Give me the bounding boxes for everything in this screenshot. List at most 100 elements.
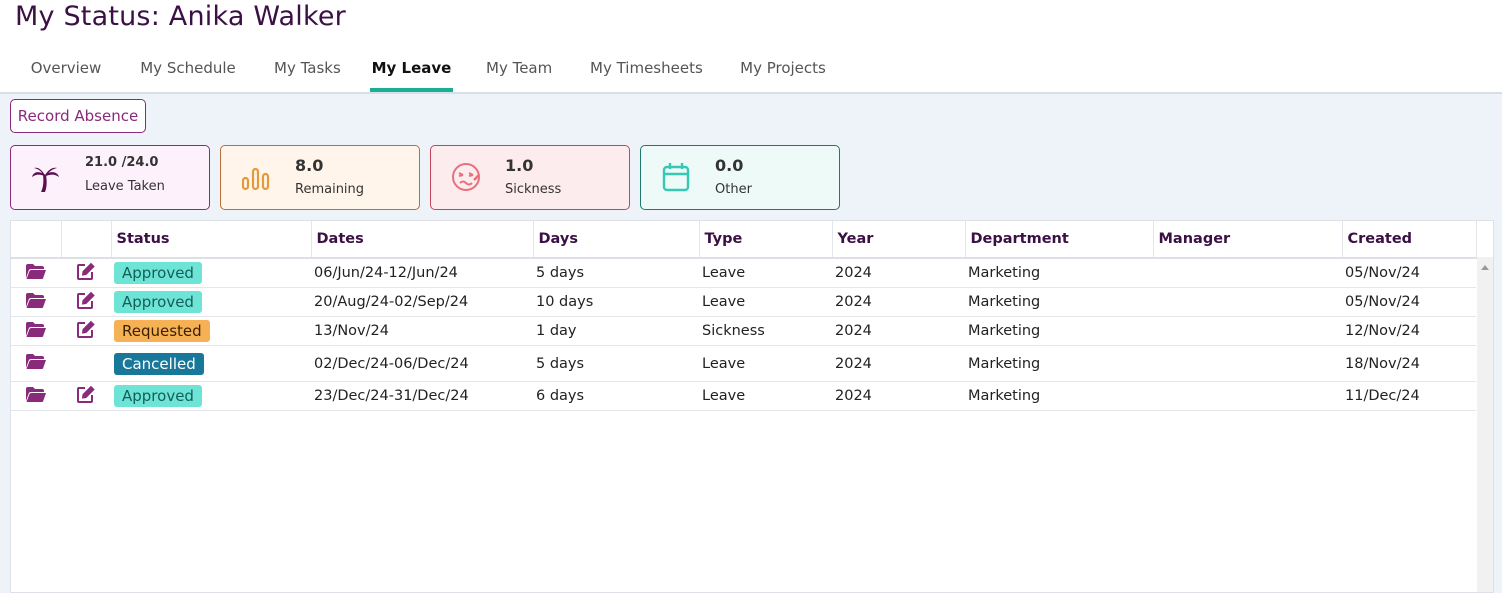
header-status[interactable]: Status [111, 221, 312, 259]
bar-chart-icon [239, 160, 273, 194]
tab-my-team[interactable]: My Team [486, 52, 552, 90]
edit-icon[interactable] [76, 262, 96, 281]
top-bar: My Status: Anika Walker Overview My Sche… [0, 0, 1502, 94]
year-cell: 2024 [832, 345, 965, 382]
folder-open-icon[interactable] [25, 386, 47, 403]
table-row[interactable]: Approved 23/Dec/24-31/Dec/24 6 days Leav… [11, 381, 1476, 411]
year-cell: 2024 [832, 381, 965, 411]
header-days[interactable]: Days [533, 221, 700, 259]
created-cell: 11/Dec/24 [1342, 381, 1476, 411]
created-cell: 18/Nov/24 [1342, 345, 1476, 382]
remaining-card: 8.0 Remaining [220, 145, 420, 210]
edit-cell [61, 345, 111, 382]
folder-open-icon[interactable] [25, 263, 47, 280]
table-header: Status Dates Days Type Year Department M… [11, 221, 1477, 259]
dates-cell: 02/Dec/24-06/Dec/24 [311, 345, 533, 382]
days-cell: 1 day [533, 316, 699, 346]
tab-overview[interactable]: Overview [0, 52, 132, 90]
record-absence-button[interactable]: Record Absence [10, 99, 146, 133]
table-row[interactable]: Approved 06/Jun/24-12/Jun/24 5 days Leav… [11, 258, 1476, 288]
vertical-scrollbar[interactable] [1477, 257, 1493, 592]
manager-cell [1153, 381, 1342, 411]
header-department[interactable]: Department [965, 221, 1154, 259]
tab-my-schedule[interactable]: My Schedule [132, 52, 244, 90]
year-cell: 2024 [832, 316, 965, 346]
leave-taken-label: Leave Taken [85, 179, 165, 194]
palm-tree-icon [29, 160, 63, 194]
status-badge: Approved [114, 262, 202, 284]
status-cell: Approved [111, 287, 311, 317]
folder-open-icon[interactable] [25, 321, 47, 338]
type-cell: Leave [699, 287, 832, 317]
scroll-up-arrow-icon[interactable] [1481, 265, 1489, 270]
header-created[interactable]: Created [1342, 221, 1477, 259]
open-cell [11, 316, 61, 346]
folder-open-icon[interactable] [25, 353, 47, 370]
edit-icon[interactable] [76, 291, 96, 310]
folder-open-icon[interactable] [25, 292, 47, 309]
manager-cell [1153, 345, 1342, 382]
tab-my-tasks[interactable]: My Tasks [274, 52, 341, 90]
manager-cell [1153, 258, 1342, 288]
remaining-value: 8.0 [295, 156, 324, 175]
sickness-card: 1.0 Sickness [430, 145, 630, 210]
status-badge: Cancelled [114, 352, 204, 375]
department-cell: Marketing [965, 258, 1153, 288]
calendar-icon [659, 160, 693, 194]
status-cell: Cancelled [111, 345, 311, 382]
open-cell [11, 345, 61, 382]
year-cell: 2024 [832, 258, 965, 288]
tab-my-timesheets[interactable]: My Timesheets [590, 52, 703, 90]
table-row[interactable]: Approved 20/Aug/24-02/Sep/24 10 days Lea… [11, 287, 1476, 317]
type-cell: Leave [699, 381, 832, 411]
created-cell: 12/Nov/24 [1342, 316, 1476, 346]
header-edit [61, 221, 112, 259]
year-cell: 2024 [832, 287, 965, 317]
dates-cell: 06/Jun/24-12/Jun/24 [311, 258, 533, 288]
status-badge: Approved [114, 385, 202, 407]
edit-cell [61, 258, 111, 288]
dates-cell: 23/Dec/24-31/Dec/24 [311, 381, 533, 411]
sick-face-icon [449, 160, 483, 194]
header-type[interactable]: Type [699, 221, 833, 259]
dates-cell: 13/Nov/24 [311, 316, 533, 346]
type-cell: Leave [699, 345, 832, 382]
status-cell: Approved [111, 381, 311, 411]
table-row[interactable]: Requested 13/Nov/24 1 day Sickness 2024 … [11, 316, 1476, 346]
status-badge: Approved [114, 291, 202, 313]
tab-my-leave[interactable]: My Leave [370, 52, 453, 92]
tab-my-projects[interactable]: My Projects [740, 52, 826, 90]
days-cell: 10 days [533, 287, 699, 317]
leave-taken-value: 21.0 /24.0 [85, 155, 159, 170]
table-row[interactable]: Cancelled 02/Dec/24-06/Dec/24 5 days Lea… [11, 345, 1476, 382]
department-cell: Marketing [965, 316, 1153, 346]
type-cell: Leave [699, 258, 832, 288]
open-cell [11, 287, 61, 317]
header-year[interactable]: Year [832, 221, 966, 259]
department-cell: Marketing [965, 345, 1153, 382]
header-dates[interactable]: Dates [311, 221, 534, 259]
other-card: 0.0 Other [640, 145, 840, 210]
edit-icon[interactable] [76, 320, 96, 339]
status-cell: Requested [111, 316, 311, 346]
leave-table: Status Dates Days Type Year Department M… [10, 220, 1494, 593]
days-cell: 6 days [533, 381, 699, 411]
open-cell [11, 258, 61, 288]
status-badge: Requested [114, 320, 210, 342]
tab-bar: Overview My Schedule My Tasks My Leave M… [0, 52, 826, 92]
created-cell: 05/Nov/24 [1342, 287, 1476, 317]
header-manager[interactable]: Manager [1153, 221, 1343, 259]
edit-icon[interactable] [76, 385, 96, 404]
edit-cell [61, 381, 111, 411]
days-cell: 5 days [533, 258, 699, 288]
department-cell: Marketing [965, 381, 1153, 411]
leave-taken-card: 21.0 /24.0 Leave Taken [10, 145, 210, 210]
manager-cell [1153, 316, 1342, 346]
dates-cell: 20/Aug/24-02/Sep/24 [311, 287, 533, 317]
other-label: Other [715, 182, 752, 197]
remaining-label: Remaining [295, 182, 365, 197]
department-cell: Marketing [965, 287, 1153, 317]
other-value: 0.0 [715, 156, 744, 175]
header-open [11, 221, 62, 259]
edit-cell [61, 287, 111, 317]
